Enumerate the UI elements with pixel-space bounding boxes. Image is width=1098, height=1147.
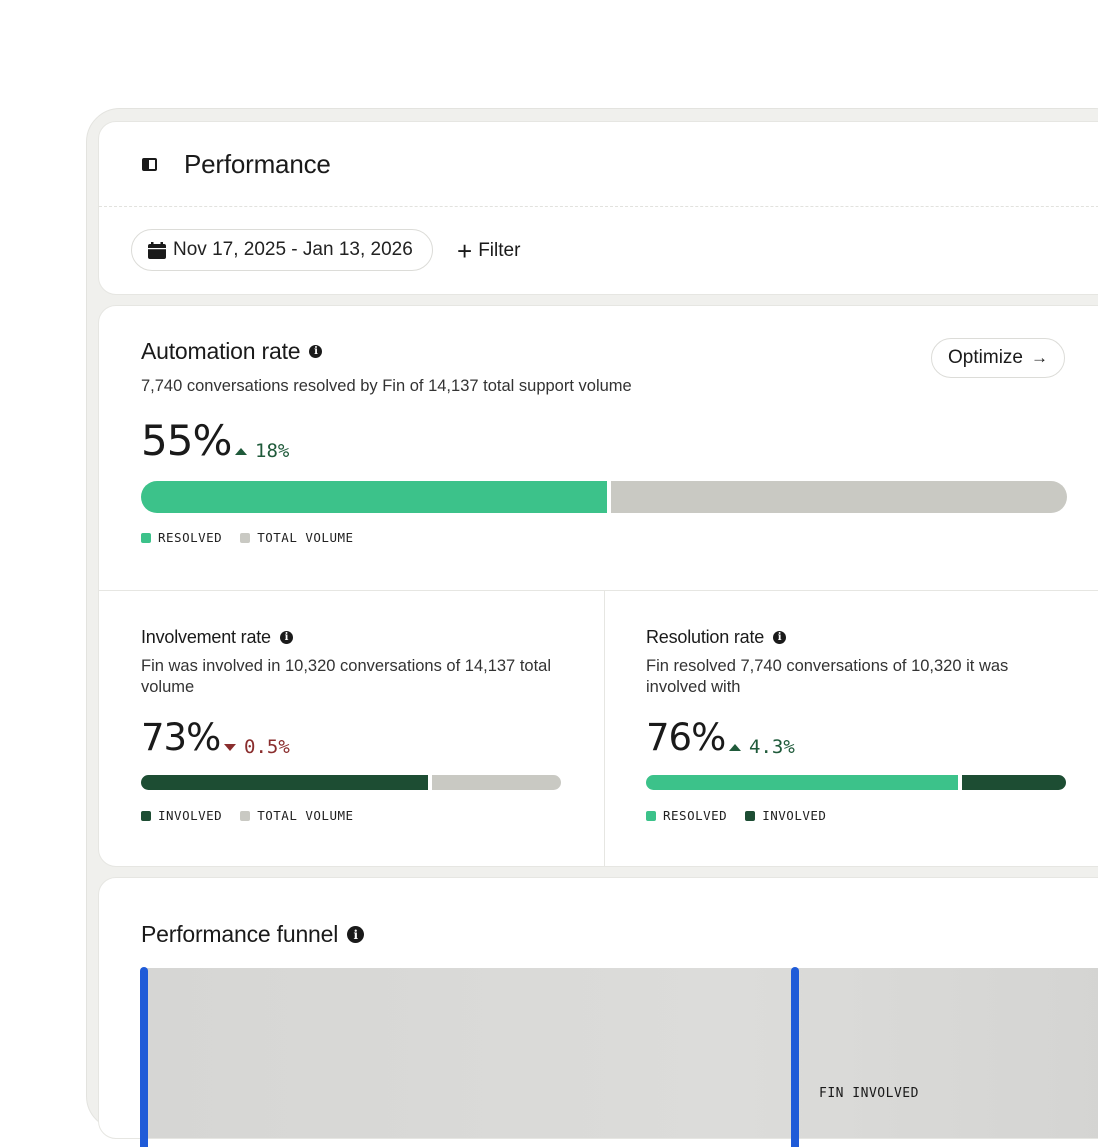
info-icon[interactable]: i: [347, 926, 365, 943]
legend-swatch: [141, 532, 151, 543]
legend-item-total-volume: TOTAL VOLUME: [240, 530, 353, 545]
funnel-chart-area: [141, 968, 1098, 1138]
legend-item-resolved: RESOLVED: [141, 530, 222, 545]
legend-label: TOTAL VOLUME: [257, 530, 354, 545]
optimize-button[interactable]: Optimize →: [931, 338, 1065, 378]
optimize-label: Optimize: [948, 347, 1023, 368]
calendar-icon: [148, 241, 166, 259]
bar-resolved: [646, 775, 958, 790]
arrow-right-icon: →: [1030, 348, 1048, 367]
legend-swatch: [745, 810, 756, 821]
filter-label: Filter: [478, 240, 521, 261]
legend-label: RESOLVED: [158, 530, 223, 545]
automation-delta: 18%: [235, 440, 289, 462]
involvement-progress-bar: [141, 775, 561, 790]
info-icon[interactable]: i: [279, 631, 293, 644]
resolution-value: 76%: [646, 716, 726, 759]
involvement-description: Fin was involved in 10,320 conversations…: [141, 657, 552, 696]
legend-swatch: [240, 532, 251, 543]
bar-involved: [141, 775, 429, 790]
automation-description: 7,740 conversations resolved by Fin of 1…: [141, 377, 632, 395]
legend-label: TOTAL VOLUME: [257, 808, 354, 823]
sidebar-toggle-icon[interactable]: [142, 158, 157, 171]
automation-value: 55%: [141, 416, 232, 465]
bar-involved: [962, 775, 1066, 790]
funnel-stage-marker: [791, 967, 799, 1147]
legend-item-total-volume: TOTAL VOLUME: [240, 808, 353, 823]
involvement-value: 73%: [141, 716, 221, 759]
resolution-description: Fin resolved 7,740 conversations of 10,3…: [646, 657, 1009, 696]
legend-item-involved: INVOLVED: [745, 808, 826, 823]
bar-total-volume: [610, 481, 1067, 513]
divider: [99, 206, 1098, 207]
resolution-delta-value: 4.3%: [749, 736, 795, 758]
automation-rate-label: Automation rate: [141, 338, 301, 364]
resolution-delta: 4.3%: [729, 736, 795, 758]
involvement-delta: 0.5%: [224, 736, 290, 758]
metrics-card: Automation rate i Optimize → 7,740 conve…: [98, 305, 1098, 867]
resolution-legend: RESOLVED INVOLVED: [646, 808, 826, 823]
performance-funnel-title: Performance funnel i: [141, 921, 365, 948]
legend-label: INVOLVED: [762, 808, 827, 823]
funnel-card: Performance funnel i FIN INVOLVED: [98, 877, 1098, 1147]
involvement-delta-value: 0.5%: [244, 736, 290, 758]
resolution-progress-bar: [646, 775, 1066, 790]
divider: [604, 590, 605, 866]
involvement-rate-title: Involvement rate i: [141, 627, 293, 648]
bar-total-volume: [432, 775, 561, 790]
page-title: Performance: [184, 149, 331, 179]
performance-funnel-label: Performance funnel: [141, 921, 339, 947]
resolution-rate-title: Resolution rate i: [646, 627, 787, 648]
legend-swatch: [141, 810, 151, 821]
legend-label: RESOLVED: [663, 808, 728, 823]
header-card: Performance Nov 17, 2025 - Jan 13, 2026 …: [98, 121, 1098, 295]
add-filter-button[interactable]: + Filter: [457, 236, 520, 266]
legend-item-involved: INVOLVED: [141, 808, 222, 823]
funnel-stage-marker: [140, 967, 148, 1147]
trend-up-icon: [235, 447, 247, 455]
automation-rate-title: Automation rate i: [141, 338, 323, 365]
legend-item-resolved: RESOLVED: [646, 808, 727, 823]
legend-label: INVOLVED: [158, 808, 223, 823]
date-range-label: Nov 17, 2025 - Jan 13, 2026: [173, 239, 413, 260]
funnel-stage-label: FIN INVOLVED: [819, 1086, 919, 1101]
bar-resolved: [141, 481, 607, 513]
legend-swatch: [240, 810, 251, 821]
plus-icon: +: [457, 236, 473, 266]
info-icon[interactable]: i: [773, 631, 787, 644]
automation-progress-bar: [141, 481, 1067, 513]
automation-delta-value: 18%: [255, 440, 290, 462]
resolution-rate-label: Resolution rate: [646, 627, 765, 647]
legend-swatch: [646, 810, 656, 821]
involvement-rate-label: Involvement rate: [141, 627, 271, 647]
trend-down-icon: [224, 743, 236, 751]
trend-up-icon: [729, 743, 741, 751]
involvement-legend: INVOLVED TOTAL VOLUME: [141, 808, 354, 823]
automation-legend: RESOLVED TOTAL VOLUME: [141, 530, 354, 545]
divider: [99, 590, 1098, 591]
info-icon[interactable]: i: [309, 345, 323, 358]
date-range-picker[interactable]: Nov 17, 2025 - Jan 13, 2026: [131, 229, 433, 271]
